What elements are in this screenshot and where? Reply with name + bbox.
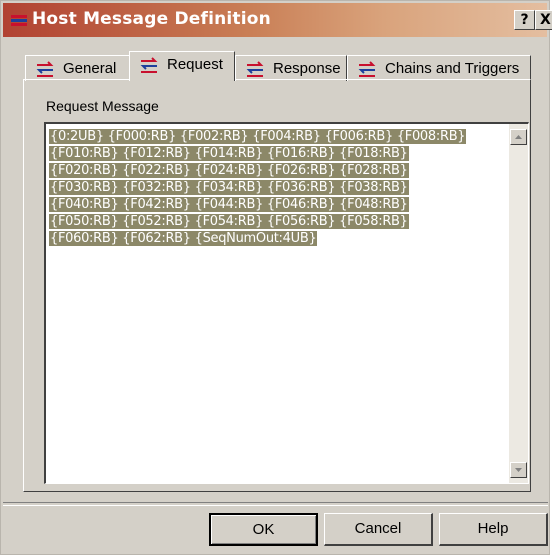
- bottom-separator: [3, 502, 548, 506]
- dialog-window: Host Message Definition ? X General Requ…: [0, 0, 552, 555]
- tab-chains-triggers[interactable]: Chains and Triggers: [347, 55, 531, 81]
- response-tab-icon: [246, 61, 264, 77]
- request-tab-icon: [140, 57, 158, 73]
- cancel-button[interactable]: Cancel: [324, 513, 433, 546]
- active-tab-join: [130, 78, 233, 81]
- help-button[interactable]: Help: [439, 513, 548, 546]
- tab-general-label: General: [63, 60, 117, 77]
- tab-panel: [23, 79, 531, 492]
- chains-tab-icon: [358, 61, 376, 77]
- tab-chains-label: Chains and Triggers: [385, 60, 520, 77]
- tab-response-label: Response: [273, 60, 341, 77]
- message-icon: [11, 15, 27, 26]
- close-button[interactable]: X: [535, 10, 552, 30]
- ok-button[interactable]: OK: [209, 513, 318, 546]
- tab-request[interactable]: Request: [129, 51, 235, 81]
- window-title: Host Message Definition: [32, 9, 271, 29]
- tab-general[interactable]: General: [25, 55, 131, 81]
- tab-request-label: Request: [167, 56, 223, 73]
- help-title-button[interactable]: ?: [514, 10, 535, 30]
- tab-response[interactable]: Response: [235, 55, 347, 81]
- title-bar[interactable]: Host Message Definition ? X: [3, 3, 552, 37]
- general-tab-icon: [36, 61, 54, 77]
